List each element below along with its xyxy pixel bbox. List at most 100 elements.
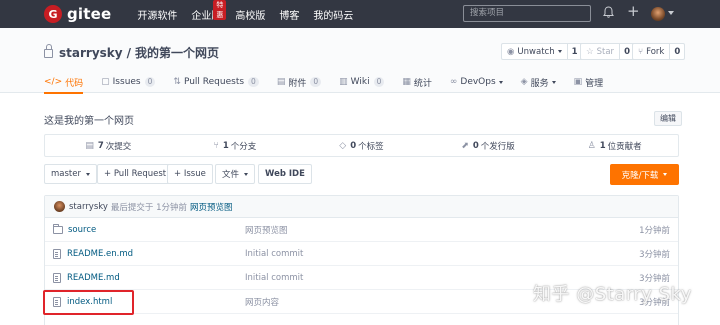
tab-issues-label: Issues [112,77,141,87]
repo-separator: / [126,45,131,60]
chevron-down-icon[interactable] [668,11,674,15]
unwatch-label: Unwatch [517,46,555,57]
stat-releases[interactable]: ⬈ 0 个发行版 [425,135,552,156]
new-issue-button[interactable]: + Issue [167,164,213,184]
file-commit-message[interactable]: Initial commit [245,249,303,259]
fork-count[interactable]: 0 [669,44,684,59]
stat-tags-count: 0 [350,140,357,151]
unwatch-button[interactable]: ◉ Unwatch 1 [501,43,583,60]
nav-link-blog[interactable]: 博客 [279,7,299,22]
issue-icon: ▢ [101,77,110,87]
tab-pull-requests[interactable]: ⇅ Pull Requests 0 [173,71,259,93]
top-navbar: G gitee 开源软件 企业版 特惠 高校版 博客 我的码云 搜索项目 + [0,0,720,28]
attachment-icon: ▤ [276,77,286,87]
annotation-highlight-box [43,290,134,315]
branch-select-label: master [51,169,81,179]
folder-icon [53,223,63,234]
bell-icon[interactable] [603,6,614,21]
file-commit-message[interactable]: Initial commit [245,273,303,283]
stat-contributors-count: 1 [599,140,606,151]
clone-download-label: 克隆/下载 [621,170,659,181]
tab-wiki[interactable]: ▥ Wiki 0 [339,71,385,93]
file-link-readme[interactable]: README.md [53,272,120,283]
contributor-icon: ♙ [587,140,596,151]
stat-branches-label: 个分支 [230,141,257,152]
watermark-text: 知乎 @Starry Sky [533,284,692,305]
file-menu-label: 文件 [222,170,240,180]
settings-icon: ▣ [573,77,583,87]
tab-attachments-count: 0 [310,77,322,87]
nav-link-opensource[interactable]: 开源软件 [137,7,177,22]
repo-name[interactable]: 我的第一个网页 [135,44,219,61]
new-pull-request-button[interactable]: + Pull Request [97,164,174,184]
commit-message-link[interactable]: 网页预览图 [190,201,233,213]
lock-icon [44,44,53,58]
file-commit-message[interactable]: 网页预览图 [245,224,288,236]
avatar[interactable] [651,7,665,21]
gitee-logo[interactable]: G gitee [44,5,111,23]
stat-contributors-label: 位贡献者 [607,141,642,152]
stat-commits[interactable]: ▤ 7 次提交 [45,135,172,156]
file-menu-button[interactable]: 文件 [215,164,256,184]
commit-author-avatar[interactable] [54,201,65,212]
commit-author[interactable]: starrysky [69,202,108,212]
plus-icon[interactable]: + [627,4,640,19]
file-row: README.en.md Initial commit 3分钟前 [45,242,678,266]
stat-contributors[interactable]: ♙ 1 位贡献者 [551,135,678,156]
file-name: README.en.md [67,248,134,259]
tab-code[interactable]: </> 代码 [44,71,84,94]
tab-manage[interactable]: ▣ 管理 [574,71,604,93]
tab-wiki-count: 0 [373,77,385,87]
web-ide-button[interactable]: Web IDE [258,164,312,184]
search-input[interactable]: 搜索项目 [463,5,591,22]
fork-button[interactable]: ⑂ Fork 0 [632,43,686,60]
stat-tags-label: 个标签 [358,141,384,152]
star-button[interactable]: ☆ Star 0 [580,43,635,60]
tab-issues-count: 0 [144,77,156,87]
tab-statistics[interactable]: ▦ 统计 [402,71,432,93]
file-icon [53,272,61,283]
file-commit-message[interactable]: 网页内容 [245,296,279,308]
repo-tabs: </> 代码 ▢ Issues 0 ⇅ Pull Requests 0 ▤ 附件 0 ▥ Wik… [44,71,621,94]
star-label: Star [596,46,615,57]
code-icon: </> [44,77,63,87]
file-row: source 网页预览图 1分钟前 [45,218,678,242]
repo-description: 这是我的第一个网页 [44,116,134,127]
file-commit-time: 3分钟前 [639,249,670,260]
chevron-down-icon [244,172,249,176]
repo-header: starrysky / 我的第一个网页 ◉ Unwatch 1 ☆ Star 0 ⑂… [0,28,720,94]
chevron-down-icon [498,80,503,84]
star-icon: ☆ [586,46,594,57]
tab-devops-label: DevOps [460,77,496,87]
gitee-logo-text: gitee [67,5,112,23]
edit-description-button[interactable]: 编辑 [654,111,682,126]
nav-link-enterprise[interactable]: 企业版 特惠 [191,0,227,22]
stat-releases-count: 0 [472,140,479,151]
stat-tags[interactable]: ◇ 0 个标签 [298,135,425,156]
chart-icon: ▦ [402,77,411,87]
file-link-source[interactable]: source [53,223,96,235]
clone-download-button[interactable]: 克隆/下载 [610,164,679,185]
commit-meta: 最后提交于 1分钟前 [110,202,188,213]
stat-releases-label: 个发行版 [480,141,515,152]
stat-branches[interactable]: ⑂ 1 个分支 [172,135,299,156]
tab-pr-label: Pull Requests [183,77,245,87]
nav-link-education[interactable]: 高校版 [235,7,265,22]
branch-icon: ⑂ [213,140,219,151]
tab-issues[interactable]: ▢ Issues 0 [101,71,156,93]
wiki-icon: ▥ [339,77,348,87]
tab-manage-label: 管理 [585,78,604,89]
branch-select[interactable]: master [44,164,97,184]
file-link-readme-en[interactable]: README.en.md [53,248,134,259]
tab-wiki-label: Wiki [350,77,370,87]
tab-attachments[interactable]: ▤ 附件 0 [276,71,322,93]
tab-services[interactable]: ◈ 服务 [521,71,556,93]
repo-owner[interactable]: starrysky [59,46,123,60]
nav-link-my-gitee[interactable]: 我的码云 [313,7,353,22]
tab-services-label: 服务 [530,78,549,89]
tag-icon: ◇ [339,140,347,151]
tab-devops[interactable]: ∞ DevOps [450,71,503,93]
pull-request-icon: ⇅ [173,77,181,87]
services-icon: ◈ [520,77,528,87]
nav-links: 开源软件 企业版 特惠 高校版 博客 我的码云 [137,0,367,22]
